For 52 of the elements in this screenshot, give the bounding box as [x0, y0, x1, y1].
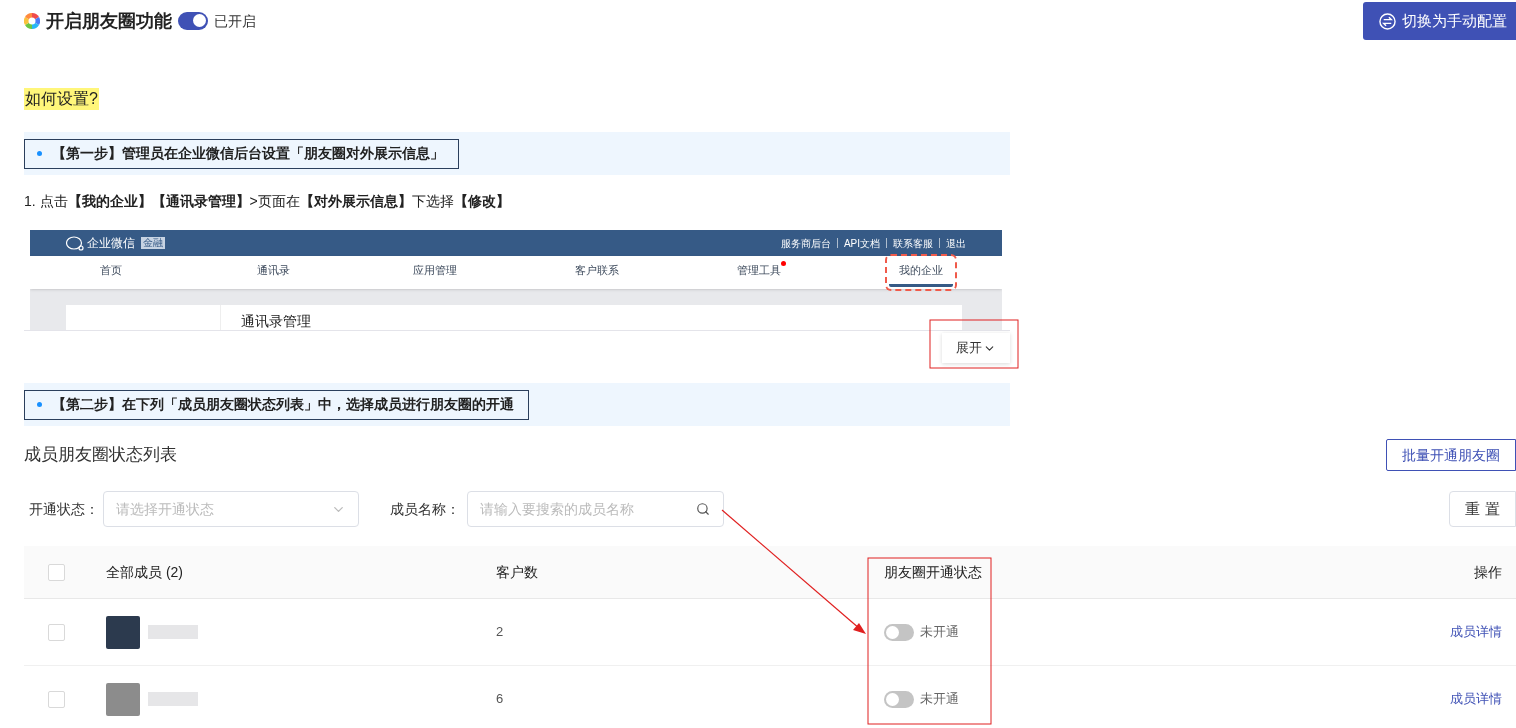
aperture-logo-icon [24, 13, 40, 29]
customer-count: 6 [496, 691, 504, 707]
swap-icon [1379, 12, 1396, 30]
checkbox[interactable] [48, 690, 65, 708]
checkbox[interactable] [48, 563, 65, 581]
step-instruction: 1. 点击【我的企业】【通讯录管理】>页面在【对外展示信息】下选择【修改】 [24, 192, 511, 211]
toggle-switch[interactable] [884, 623, 914, 641]
blurred-name-placeholder [148, 625, 198, 639]
toggle-switch[interactable] [884, 690, 914, 708]
console-link[interactable]: 联系客服 [893, 235, 933, 251]
member-details-link[interactable]: 成员详情 [1450, 691, 1502, 707]
help-heading: 如何设置? [24, 88, 99, 110]
console-nav-tab[interactable]: 首页 [90, 258, 132, 287]
page-title: 开启朋友圈功能 [46, 9, 172, 33]
bullet-icon [37, 151, 42, 156]
bullet-icon [37, 402, 42, 407]
filter-label: 成员名称： [390, 499, 460, 519]
toggle-status: 已开启 [214, 11, 256, 31]
panel-title: 通讯录管理 [241, 313, 311, 329]
batch-enable-button[interactable]: 批量开通朋友圈 [1386, 439, 1516, 471]
brand-badge: 金融 [141, 237, 165, 249]
column-header: 朋友圈开通状态 [884, 563, 982, 580]
console-link[interactable]: 退出 [946, 235, 966, 251]
console-nav-tab[interactable]: 客户联系 [565, 258, 629, 287]
member-details-link[interactable]: 成员详情 [1450, 624, 1502, 640]
console-nav-tab[interactable]: 通讯录 [246, 258, 300, 287]
customer-count: 2 [496, 624, 504, 640]
moments-status: 未开通 [920, 623, 959, 642]
console-link[interactable]: 服务商后台 [780, 235, 831, 251]
checkbox[interactable] [48, 623, 65, 641]
column-header: 全部成员 (2) [106, 563, 183, 580]
column-header: 客户数 [496, 563, 538, 580]
section-title: 成员朋友圈状态列表 [24, 444, 177, 467]
brand-name: 企业微信 [87, 235, 135, 252]
step-title: 【第二步】在下列「成员朋友圈状态列表」中，选择成员进行朋友圈的开通 [24, 389, 529, 420]
search-icon [696, 502, 710, 516]
console-nav-tab[interactable]: 管理工具 [727, 258, 791, 287]
expand-button[interactable]: 展开 [942, 333, 1010, 363]
toggle-switch[interactable] [178, 12, 208, 30]
moments-status: 未开通 [920, 690, 959, 709]
filter-label: 开通状态： [29, 499, 99, 519]
console-link[interactable]: API文档 [843, 235, 880, 251]
column-header: 操作 [1474, 563, 1502, 580]
console-nav-tab[interactable]: 应用管理 [403, 258, 467, 287]
switch-config-button[interactable]: 切换为手动配置 [1363, 2, 1516, 40]
blurred-name-placeholder [148, 692, 198, 706]
chat-bubble-icon [66, 235, 84, 251]
step-title: 【第一步】管理员在企业微信后台设置「朋友圈对外展示信息」 [24, 138, 459, 169]
search-field[interactable]: 请输入要搜索的成员名称 [467, 491, 724, 527]
avatar-photo-placeholder [106, 615, 140, 649]
reset-button[interactable]: 重 置 [1449, 491, 1516, 527]
avatar-photo-placeholder [106, 682, 140, 716]
